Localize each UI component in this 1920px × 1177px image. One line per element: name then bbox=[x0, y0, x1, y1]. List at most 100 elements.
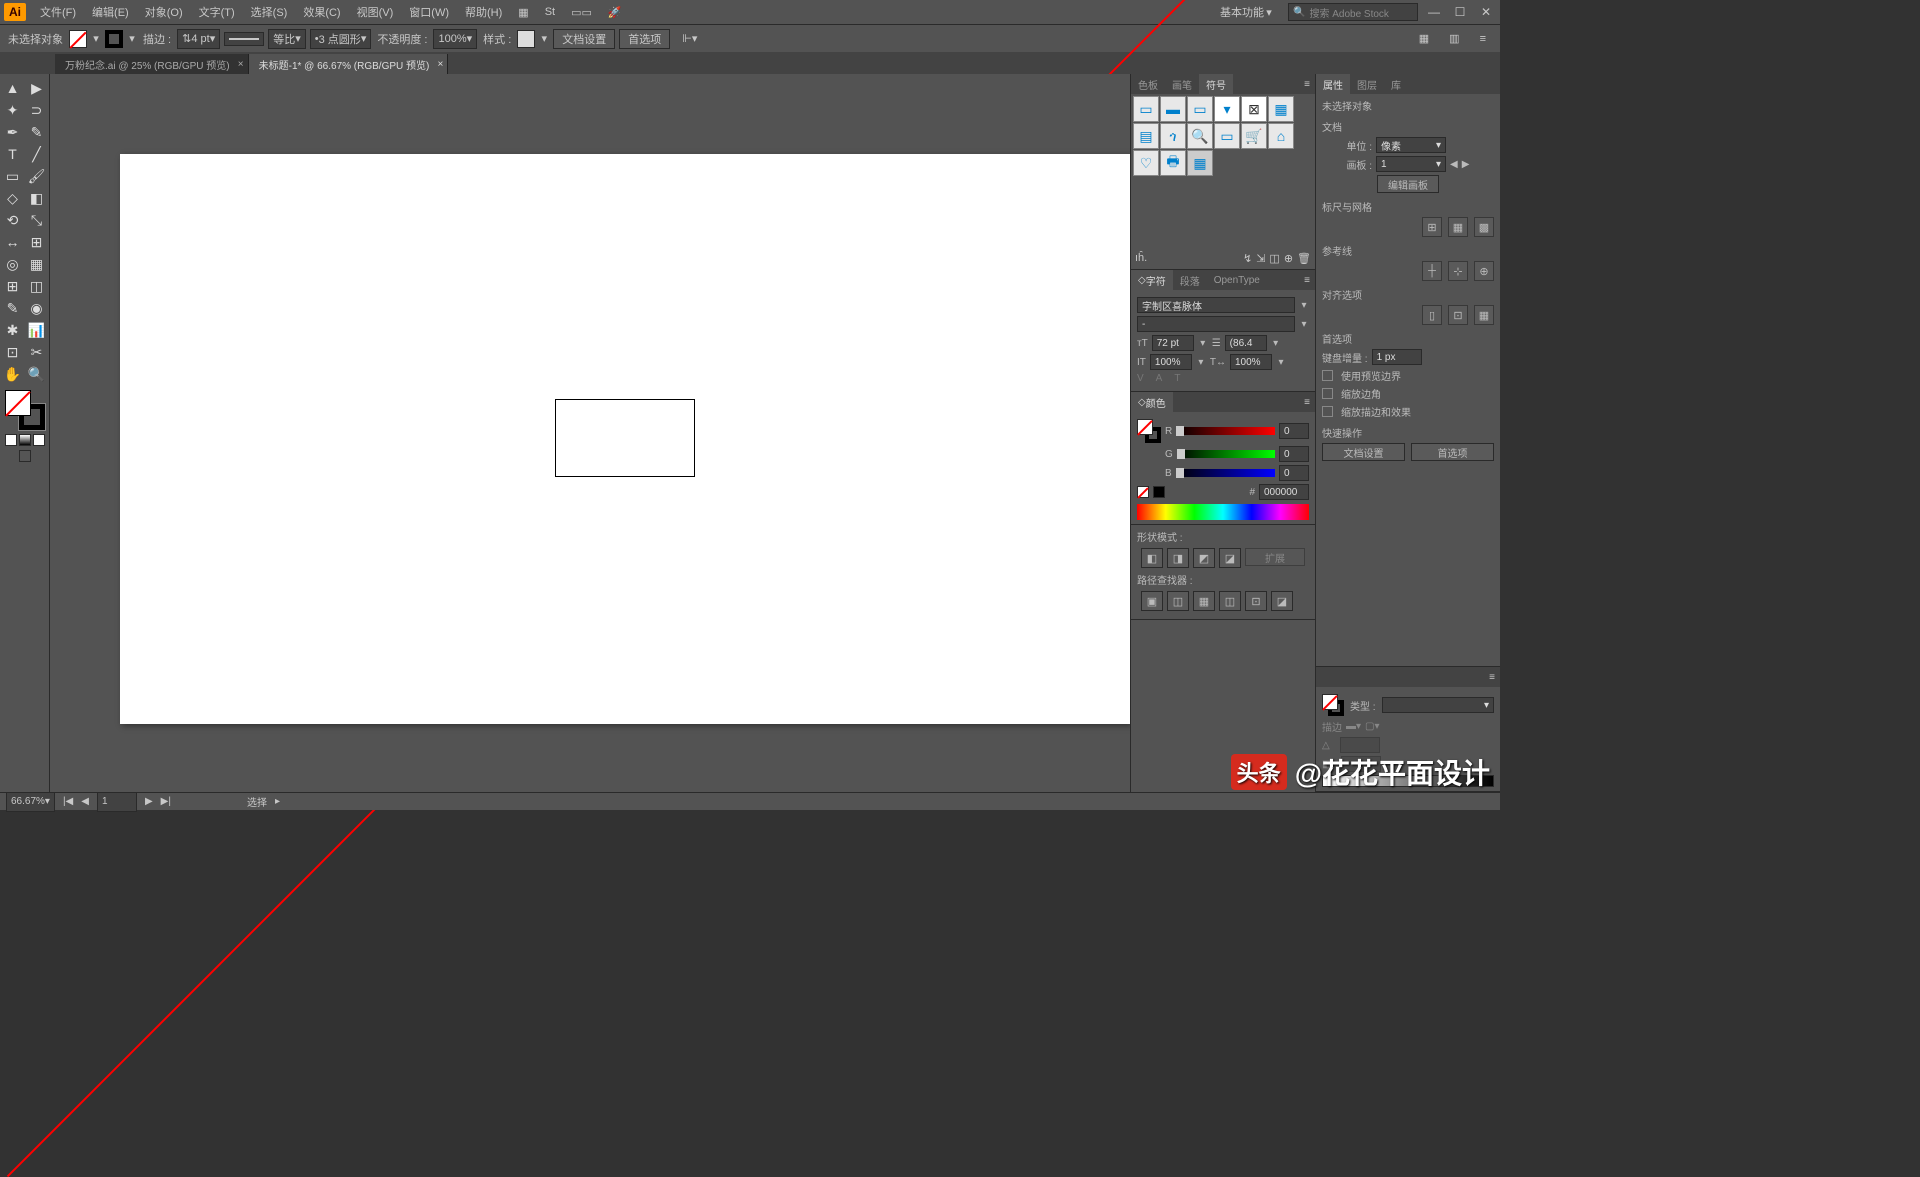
symbol-item[interactable]: ▭ bbox=[1187, 96, 1213, 122]
trim-button[interactable]: ◫ bbox=[1167, 591, 1189, 611]
r-slider[interactable] bbox=[1176, 427, 1275, 435]
fill-indicator[interactable] bbox=[1322, 694, 1338, 710]
snap-point-icon[interactable]: ⊡ bbox=[1448, 305, 1468, 325]
first-artboard-icon[interactable]: |◀ bbox=[63, 796, 73, 807]
none-mode[interactable] bbox=[33, 434, 45, 446]
gradient-tool[interactable]: ◫ bbox=[26, 276, 48, 296]
rotate-tool[interactable]: ⟲ bbox=[2, 210, 24, 230]
stroke-swatch[interactable] bbox=[105, 30, 123, 48]
menu-type[interactable]: 文字(T) bbox=[191, 0, 243, 24]
ruler-icon[interactable]: ⊞ bbox=[1422, 217, 1442, 237]
graph-tool[interactable]: 📊 bbox=[26, 320, 48, 340]
crop-button[interactable]: ◫ bbox=[1219, 591, 1241, 611]
screen-mode[interactable] bbox=[19, 450, 31, 462]
gpu-icon[interactable]: 🚀 bbox=[600, 0, 630, 24]
quick-prefs-button[interactable]: 首选项 bbox=[1411, 443, 1494, 461]
document-tab[interactable]: 万粉纪念.ai @ 25% (RGB/GPU 预览)× bbox=[55, 54, 249, 74]
line-tool[interactable]: ╱ bbox=[26, 144, 48, 164]
panel-menu-icon[interactable]: ≡ bbox=[1299, 79, 1315, 90]
next-artboard-icon[interactable]: ▶ bbox=[145, 796, 153, 807]
tab-color[interactable]: ◇ 颜色 bbox=[1131, 392, 1173, 412]
stock-icon[interactable]: St bbox=[537, 0, 563, 24]
layout-icon2[interactable]: ▥ bbox=[1441, 27, 1467, 51]
close-tab-icon[interactable]: × bbox=[238, 59, 244, 70]
workspace-switcher[interactable]: 基本功能 ▾ bbox=[1212, 0, 1282, 24]
tab-brushes[interactable]: 画笔 bbox=[1165, 74, 1199, 94]
artboard-nav-input[interactable]: 1 bbox=[97, 792, 137, 812]
checkbox-scale-strokes[interactable] bbox=[1322, 406, 1333, 417]
font-style-input[interactable] bbox=[1137, 316, 1295, 332]
outline-button[interactable]: ⊡ bbox=[1245, 591, 1267, 611]
artboard-select[interactable]: 1▾ bbox=[1376, 156, 1446, 172]
symbol-item[interactable]: ▤ bbox=[1133, 123, 1159, 149]
panel-menu-icon[interactable]: ≡ bbox=[1299, 275, 1315, 286]
direct-selection-tool[interactable]: ▶ bbox=[26, 78, 48, 98]
symbol-item[interactable]: 🔍 bbox=[1187, 123, 1213, 149]
close-button[interactable]: ✕ bbox=[1476, 4, 1496, 20]
eraser-tool[interactable]: ◧ bbox=[26, 188, 48, 208]
hscale-input[interactable] bbox=[1230, 354, 1272, 370]
unite-button[interactable]: ◧ bbox=[1141, 548, 1163, 568]
minimize-button[interactable]: — bbox=[1424, 4, 1444, 20]
bridge-icon[interactable]: ▦ bbox=[510, 0, 536, 24]
align-icon[interactable]: ⊩▾ bbox=[674, 27, 705, 51]
minus-back-button[interactable]: ◪ bbox=[1271, 591, 1293, 611]
symbol-sprayer-tool[interactable]: ✱ bbox=[2, 320, 24, 340]
pen-tool[interactable]: ✒ bbox=[2, 122, 24, 142]
magic-wand-tool[interactable]: ✦ bbox=[2, 100, 24, 120]
guides-icon[interactable]: ┼ bbox=[1422, 261, 1442, 281]
scale-tool[interactable]: ⤡ bbox=[26, 210, 48, 230]
symbol-action-icon[interactable]: ↯ bbox=[1243, 252, 1252, 265]
tab-paragraph[interactable]: 段落 bbox=[1173, 270, 1207, 290]
fill-dropdown[interactable]: ▾ bbox=[91, 32, 101, 45]
trash-icon[interactable]: 🗑 bbox=[1297, 252, 1311, 265]
black-swatch[interactable] bbox=[1153, 486, 1165, 498]
symbol-action-icon[interactable]: ⊕ bbox=[1284, 252, 1293, 265]
maximize-button[interactable]: ☐ bbox=[1450, 4, 1470, 20]
arrange-icon[interactable]: ▭▭ bbox=[563, 0, 600, 24]
panel-menu-icon[interactable]: ≡ bbox=[1484, 672, 1500, 683]
panel-menu-icon[interactable]: ≡ bbox=[1299, 397, 1315, 408]
angle-input[interactable] bbox=[1340, 737, 1380, 753]
prev-artboard-icon[interactable]: ◀ bbox=[1450, 159, 1458, 170]
rectangle-shape[interactable] bbox=[555, 399, 695, 477]
shape-builder-tool[interactable]: ◎ bbox=[2, 254, 24, 274]
slice-tool[interactable]: ✂ bbox=[26, 342, 48, 362]
symbol-item[interactable]: ▦ bbox=[1268, 96, 1294, 122]
symbol-item[interactable]: 🖶 bbox=[1160, 150, 1186, 176]
b-slider[interactable] bbox=[1176, 469, 1275, 477]
edit-artboard-button[interactable]: 编辑画板 bbox=[1377, 175, 1439, 193]
minus-front-button[interactable]: ◨ bbox=[1167, 548, 1189, 568]
blend-tool[interactable]: ◉ bbox=[26, 298, 48, 318]
symbol-item[interactable]: ▾ bbox=[1214, 96, 1240, 122]
stroke-profile[interactable]: • 3 点圆形 ▾ bbox=[310, 29, 372, 49]
tab-layers[interactable]: 图层 bbox=[1350, 74, 1384, 94]
status-dropdown-icon[interactable]: ▸ bbox=[275, 796, 280, 807]
hand-tool[interactable]: ✋ bbox=[2, 364, 24, 384]
symbol-item[interactable]: 🛒 bbox=[1241, 123, 1267, 149]
panel-menu-icon[interactable]: ≡ bbox=[1472, 27, 1494, 51]
gradient-type-select[interactable]: ▾ bbox=[1382, 697, 1494, 713]
font-size-input[interactable] bbox=[1152, 335, 1194, 351]
canvas[interactable] bbox=[50, 74, 1130, 792]
merge-button[interactable]: ▦ bbox=[1193, 591, 1215, 611]
zoom-level[interactable]: 66.67% ▾ bbox=[6, 792, 55, 812]
rectangle-tool[interactable]: ▭ bbox=[2, 166, 24, 186]
stroke-preview[interactable] bbox=[224, 32, 264, 46]
snap-pixel-icon[interactable]: ▯ bbox=[1422, 305, 1442, 325]
curvature-tool[interactable]: ✎ bbox=[26, 122, 48, 142]
opacity-input[interactable]: 100% ▾ bbox=[433, 29, 477, 49]
divide-button[interactable]: ▣ bbox=[1141, 591, 1163, 611]
document-tab[interactable]: 未标题-1* @ 66.67% (RGB/GPU 预览)× bbox=[249, 54, 449, 74]
last-artboard-icon[interactable]: ▶| bbox=[161, 796, 171, 807]
selection-tool[interactable]: ▲ bbox=[2, 78, 24, 98]
r-input[interactable] bbox=[1279, 423, 1309, 439]
symbol-action-icon[interactable]: ◫ bbox=[1269, 252, 1279, 265]
symbol-item[interactable]: ⌂ bbox=[1268, 123, 1294, 149]
paintbrush-tool[interactable]: 🖌 bbox=[26, 166, 48, 186]
shaper-tool[interactable]: ◇ bbox=[2, 188, 24, 208]
search-stock[interactable]: 🔍搜索 Adobe Stock bbox=[1288, 3, 1418, 21]
tab-opentype[interactable]: OpenType bbox=[1207, 270, 1267, 290]
color-mode[interactable] bbox=[5, 434, 17, 446]
menu-view[interactable]: 视图(V) bbox=[349, 0, 402, 24]
